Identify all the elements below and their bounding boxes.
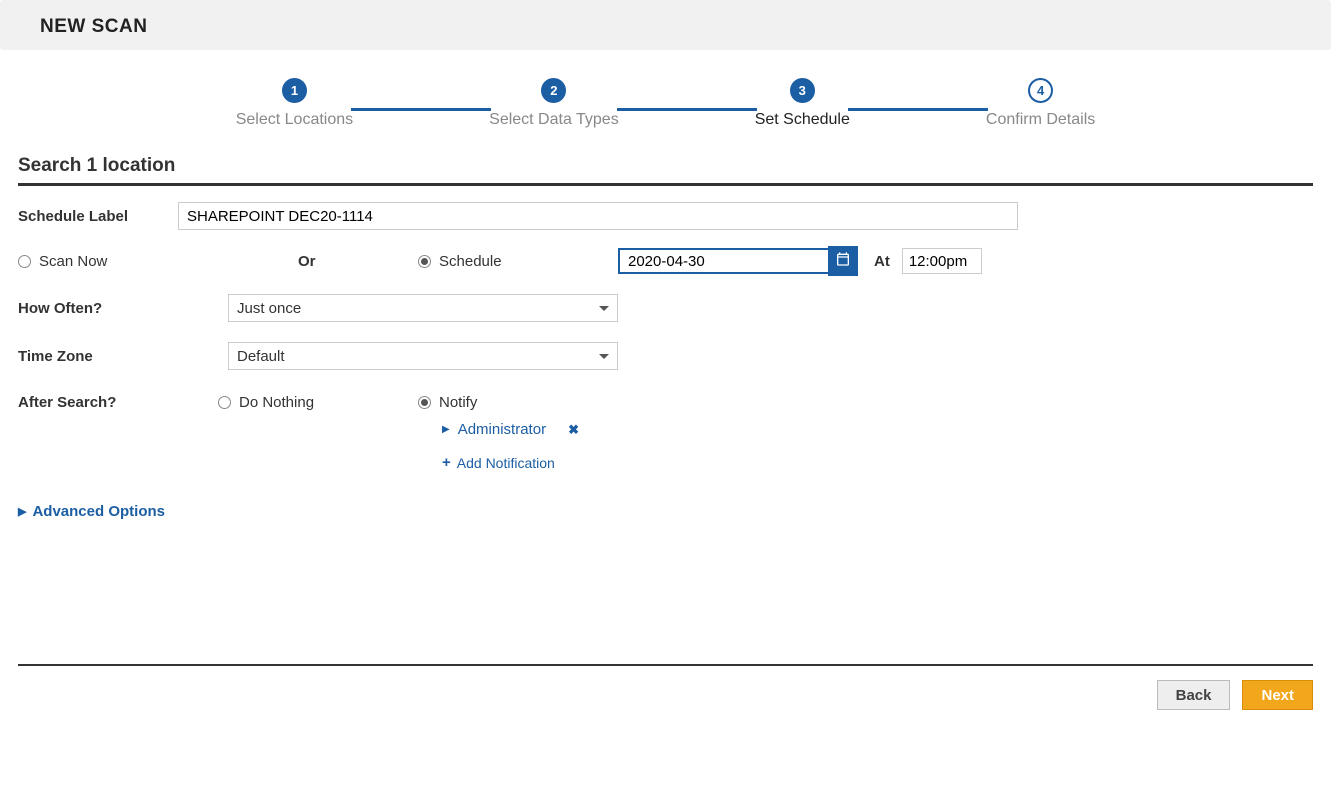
notify-label: Notify xyxy=(439,394,477,411)
back-button[interactable]: Back xyxy=(1157,680,1231,710)
header-bar: NEW SCAN xyxy=(0,0,1331,50)
time-zone-label: Time Zone xyxy=(18,348,218,365)
add-notification-button[interactable]: + Add Notification xyxy=(418,454,579,471)
step-select-data-types[interactable]: 2 Select Data Types xyxy=(489,78,619,129)
scan-now-label: Scan Now xyxy=(39,253,107,270)
or-label: Or xyxy=(298,253,418,270)
scan-now-radio[interactable] xyxy=(18,255,31,268)
step-label-3: Set Schedule xyxy=(755,111,850,129)
step-circle-2: 2 xyxy=(541,78,566,103)
divider xyxy=(18,664,1313,666)
chevron-down-icon xyxy=(599,306,609,311)
wizard-stepper: 1 Select Locations 2 Select Data Types 3… xyxy=(0,78,1331,129)
schedule-date-input[interactable] xyxy=(618,248,828,274)
step-select-locations[interactable]: 1 Select Locations xyxy=(236,78,353,129)
after-search-label: After Search? xyxy=(18,394,218,411)
plus-icon: + xyxy=(442,454,451,471)
chevron-down-icon xyxy=(599,354,609,359)
step-label-4: Confirm Details xyxy=(986,111,1095,129)
step-line xyxy=(617,108,757,111)
advanced-options-label: Advanced Options xyxy=(32,503,165,520)
do-nothing-label: Do Nothing xyxy=(239,394,314,411)
how-often-label: How Often? xyxy=(18,300,218,317)
schedule-time-input[interactable] xyxy=(902,248,982,274)
page-title: NEW SCAN xyxy=(40,16,1291,38)
step-label-1: Select Locations xyxy=(236,111,353,129)
remove-recipient-button[interactable]: ✖ xyxy=(568,422,579,438)
do-nothing-radio[interactable] xyxy=(218,396,231,409)
notification-recipient[interactable]: ▶ Administrator ✖ xyxy=(418,421,579,438)
step-confirm-details[interactable]: 4 Confirm Details xyxy=(986,78,1095,129)
how-often-value: Just once xyxy=(237,300,301,317)
step-circle-1: 1 xyxy=(282,78,307,103)
recipient-name[interactable]: Administrator xyxy=(458,421,546,438)
advanced-options-toggle[interactable]: ▶ Advanced Options xyxy=(18,503,1313,520)
time-zone-value: Default xyxy=(237,348,285,365)
time-zone-select[interactable]: Default xyxy=(228,342,618,370)
step-line xyxy=(351,108,491,111)
how-often-select[interactable]: Just once xyxy=(228,294,618,322)
next-button[interactable]: Next xyxy=(1242,680,1313,710)
schedule-label-label: Schedule Label xyxy=(18,208,168,225)
divider xyxy=(18,183,1313,186)
step-label-2: Select Data Types xyxy=(489,111,619,129)
schedule-label-input[interactable] xyxy=(178,202,1018,230)
section-title: Search 1 location xyxy=(18,155,1313,177)
triangle-right-icon: ▶ xyxy=(442,424,450,435)
step-set-schedule[interactable]: 3 Set Schedule xyxy=(755,78,850,129)
add-notification-label: Add Notification xyxy=(457,455,555,471)
step-circle-3: 3 xyxy=(790,78,815,103)
at-label: At xyxy=(874,253,890,270)
triangle-right-icon: ▶ xyxy=(18,505,26,518)
step-circle-4: 4 xyxy=(1028,78,1053,103)
calendar-icon xyxy=(835,251,851,271)
step-line xyxy=(848,108,988,111)
notify-radio[interactable] xyxy=(418,396,431,409)
schedule-radio[interactable] xyxy=(418,255,431,268)
calendar-button[interactable] xyxy=(828,246,858,276)
schedule-option-label: Schedule xyxy=(439,253,502,270)
